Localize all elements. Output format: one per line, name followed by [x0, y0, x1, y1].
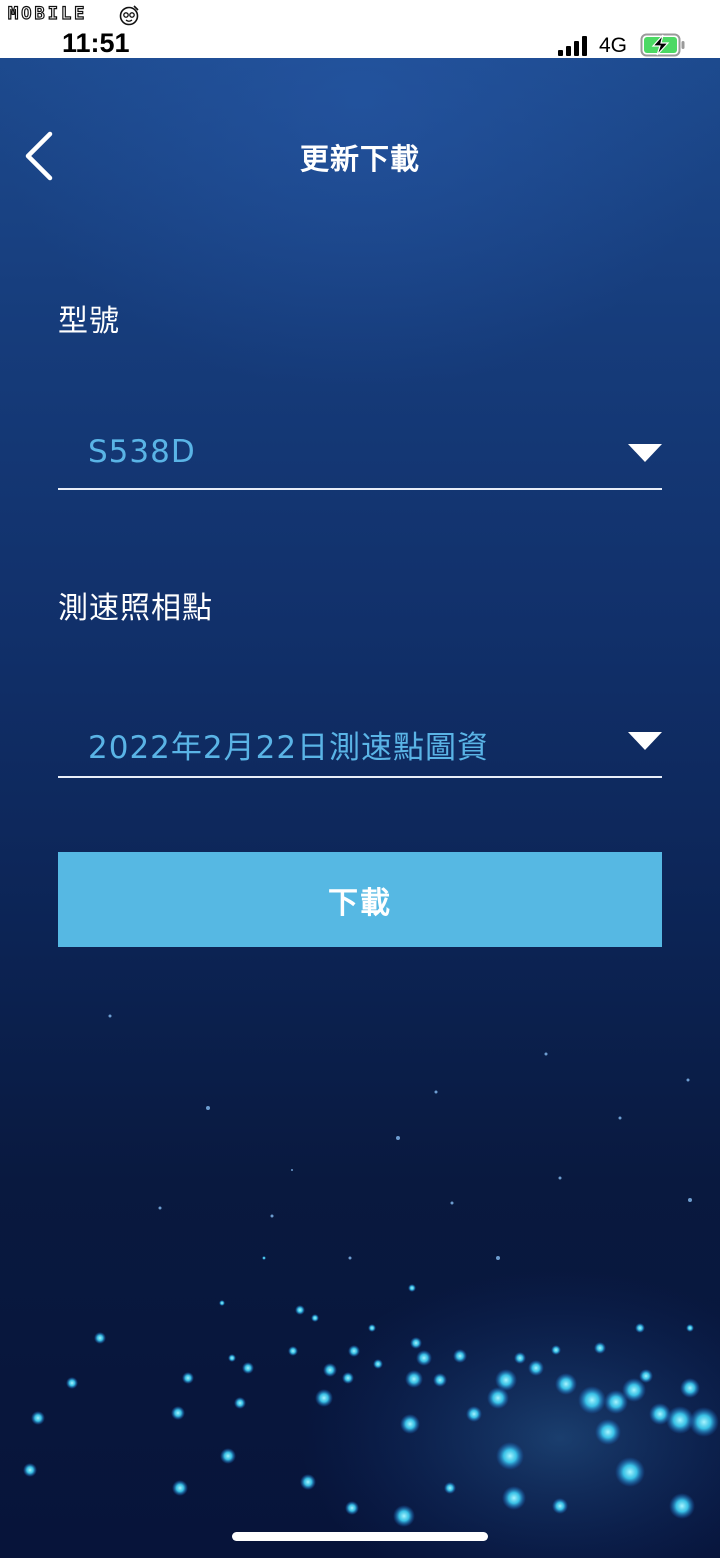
status-bar: MOBILE 11:51 4G [0, 0, 720, 58]
signal-icon [558, 36, 587, 56]
watermark-logo: MOBILE [7, 3, 88, 24]
background-particles [23, 1014, 720, 1558]
watermark-face-icon [119, 5, 139, 26]
page-title: 更新下載 [299, 142, 420, 176]
model-label: 型號 [58, 304, 120, 339]
speed-camera-select-value: 2022年2月22日測速點圖資 [88, 730, 490, 766]
chevron-down-icon [628, 444, 662, 462]
download-button[interactable]: 下載 [58, 852, 662, 947]
speed-camera-select[interactable]: 2022年2月22日測速點圖資 [58, 704, 662, 778]
home-indicator[interactable] [232, 1532, 488, 1541]
speed-camera-label: 測速照相點 [58, 591, 213, 626]
model-select-value: S538D [88, 434, 196, 470]
chevron-down-icon [628, 732, 662, 750]
status-time: 11:51 [62, 28, 130, 58]
network-type: 4G [599, 34, 628, 57]
download-update-screen: 更新下載 型號 S538D 測速照相點 2022年2月22日測速點圖資 下載 [0, 58, 720, 1558]
battery-charging-icon [640, 33, 685, 57]
model-select[interactable]: S538D [58, 416, 662, 490]
